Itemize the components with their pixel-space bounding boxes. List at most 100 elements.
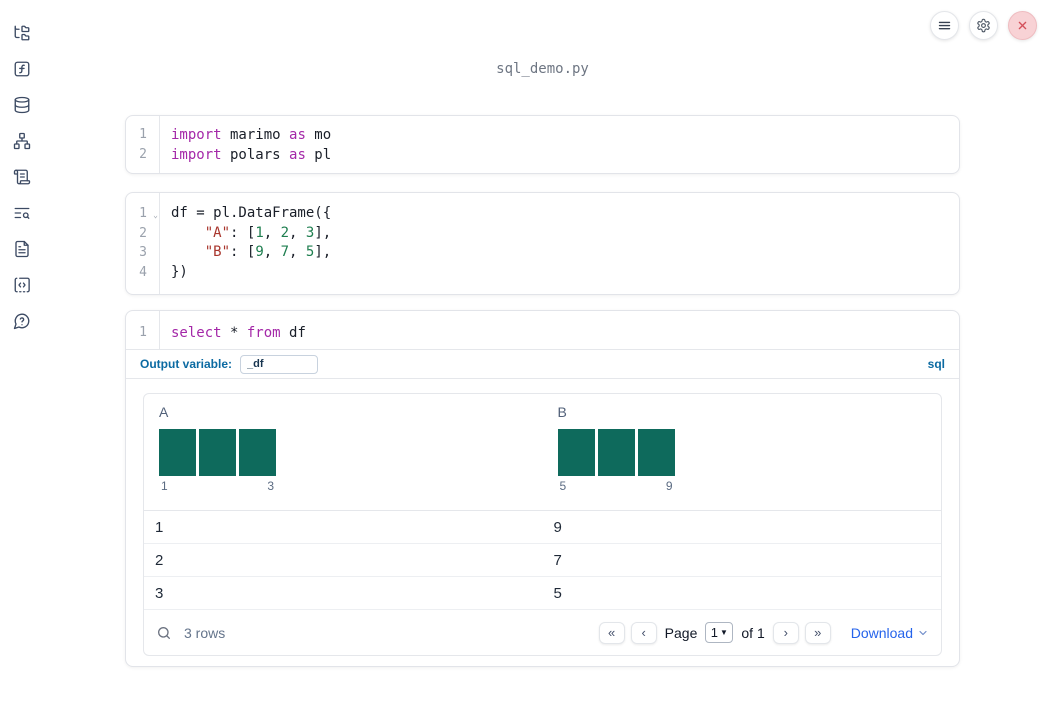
gutter: 12: [126, 116, 160, 173]
hist-max-label: 9: [665, 479, 673, 493]
code-token: from: [246, 325, 281, 341]
of-pages-label: of 1: [741, 624, 765, 641]
code-token: ,: [263, 244, 281, 260]
database-icon[interactable]: [13, 96, 31, 114]
page-select[interactable]: 1 ▼: [705, 622, 734, 643]
close-x-icon[interactable]: [1008, 11, 1037, 40]
code-line[interactable]: select * from df: [171, 323, 959, 343]
code-token: df: [280, 325, 306, 341]
page-label: Page: [664, 624, 698, 641]
code-token: ],: [314, 244, 332, 260]
snippets-code-icon[interactable]: [13, 276, 31, 294]
column-name: B: [557, 404, 567, 420]
language-badge[interactable]: sql: [928, 357, 945, 371]
cell-value: 3: [155, 584, 164, 602]
code-token: 7: [280, 244, 290, 260]
code-token: marimo: [221, 127, 290, 143]
search-icon[interactable]: [156, 625, 172, 641]
table-row[interactable]: 3 5: [144, 577, 941, 610]
code-token: df = pl.DataFrame({: [171, 205, 332, 221]
code-token: import: [171, 127, 222, 143]
code-token: ,: [263, 224, 281, 241]
code-col[interactable]: df = pl.DataFrame({ "A": [1, 2, 3], "B":…: [160, 193, 959, 294]
help-question-icon[interactable]: [13, 312, 31, 330]
cell-value: 1: [155, 518, 164, 536]
code-editor[interactable]: 1 ⌄ 2 3 4 df = pl.DataFrame({ "A": [1, 2, 3]…: [126, 193, 959, 294]
next-page-button[interactable]: ›: [772, 621, 799, 644]
histogram-bar: [239, 429, 276, 476]
code-token: ,: [289, 224, 306, 241]
first-page-button[interactable]: «: [598, 621, 625, 644]
code-line[interactable]: "A": [1, 2, 3],: [171, 224, 959, 244]
sidebar: [0, 0, 44, 713]
line-number: 4: [139, 264, 147, 280]
line-number: 2: [139, 147, 147, 162]
code-token: 9: [255, 244, 264, 260]
table-row[interactable]: 1 9: [144, 511, 941, 544]
code-line[interactable]: df = pl.DataFrame({: [171, 204, 959, 224]
cell-sql: 1 select * from df Output variable: sql …: [125, 310, 960, 667]
code-line[interactable]: import marimo as mo: [171, 125, 959, 145]
line-number: 2: [139, 225, 147, 241]
gutter: 1 ⌄ 2 3 4: [126, 193, 160, 294]
code-token: "B": [204, 244, 231, 260]
function-icon[interactable]: [13, 60, 31, 78]
code-token: import: [171, 147, 222, 163]
cell-value: 2: [155, 551, 164, 569]
table-header: A 1 3 B 5 9: [144, 394, 941, 511]
table-row[interactable]: 2 7: [144, 544, 941, 577]
cell-dataframe: 1 ⌄ 2 3 4 df = pl.DataFrame({ "A": [1, 2, 3]…: [125, 192, 960, 295]
code-token: pl: [305, 147, 332, 163]
line-number: 1: [139, 325, 147, 340]
dependency-graph-icon[interactable]: [13, 132, 31, 150]
histogram-bar: [637, 429, 675, 476]
output-variable-label: Output variable:: [140, 357, 233, 371]
histogram-b: [557, 429, 675, 476]
code-col[interactable]: import marimo as mo import polars as pl: [160, 116, 959, 173]
last-page-button[interactable]: »: [804, 621, 831, 644]
column-header-b[interactable]: B 5 9: [543, 394, 942, 510]
code-col[interactable]: select * from df: [160, 311, 959, 349]
download-label: Download: [850, 624, 913, 641]
line-number: 1: [139, 127, 147, 142]
code-token: "A": [204, 224, 231, 241]
data-table: A 1 3 B 5 9 1 9 2 7 3 5 3 rows « ‹ Page …: [143, 393, 942, 656]
code-editor[interactable]: 12 import marimo as mo import polars as p…: [126, 116, 959, 173]
code-token: select: [171, 325, 222, 341]
chevron-down-icon: [919, 630, 927, 635]
code-line[interactable]: import polars as pl: [171, 145, 959, 165]
prev-page-button[interactable]: ‹: [630, 621, 657, 644]
cell-imports: 12 import marimo as mo import polars as p…: [125, 115, 960, 174]
code-line[interactable]: }): [171, 263, 959, 283]
top-controls: [930, 11, 1037, 40]
column-header-a[interactable]: A 1 3: [144, 394, 543, 510]
code-editor[interactable]: 1 select * from df: [126, 311, 959, 350]
line-number: 3: [139, 245, 147, 260]
code-token: *: [221, 325, 247, 341]
output-variable-input[interactable]: [240, 354, 319, 374]
hamburger-menu-icon[interactable]: [930, 11, 959, 40]
settings-gear-icon[interactable]: [969, 11, 998, 40]
download-button[interactable]: Download: [851, 625, 929, 641]
notebook-filename: sql_demo.py: [496, 61, 589, 77]
scratchpad-scroll-icon[interactable]: [13, 168, 31, 186]
histogram-a: [159, 429, 276, 476]
column-name: A: [159, 404, 169, 420]
hist-max-label: 3: [267, 479, 274, 493]
hist-min-label: 1: [161, 479, 168, 493]
histogram-bar: [159, 429, 196, 476]
gutter: 1: [126, 311, 160, 349]
cell-value: 7: [553, 551, 562, 569]
file-tree-icon[interactable]: [13, 24, 31, 42]
table-of-contents-search-icon[interactable]: [13, 204, 31, 222]
code-token: }): [171, 263, 188, 280]
code-line[interactable]: "B": [9, 7, 5],: [171, 243, 959, 263]
histogram-axis-labels: 1 3: [159, 479, 276, 493]
documentation-icon[interactable]: [13, 240, 31, 258]
fold-chevron-icon[interactable]: ⌄: [153, 205, 158, 225]
histogram-bar: [597, 429, 635, 476]
hist-min-label: 5: [559, 479, 567, 493]
cell-value: 9: [553, 518, 562, 536]
